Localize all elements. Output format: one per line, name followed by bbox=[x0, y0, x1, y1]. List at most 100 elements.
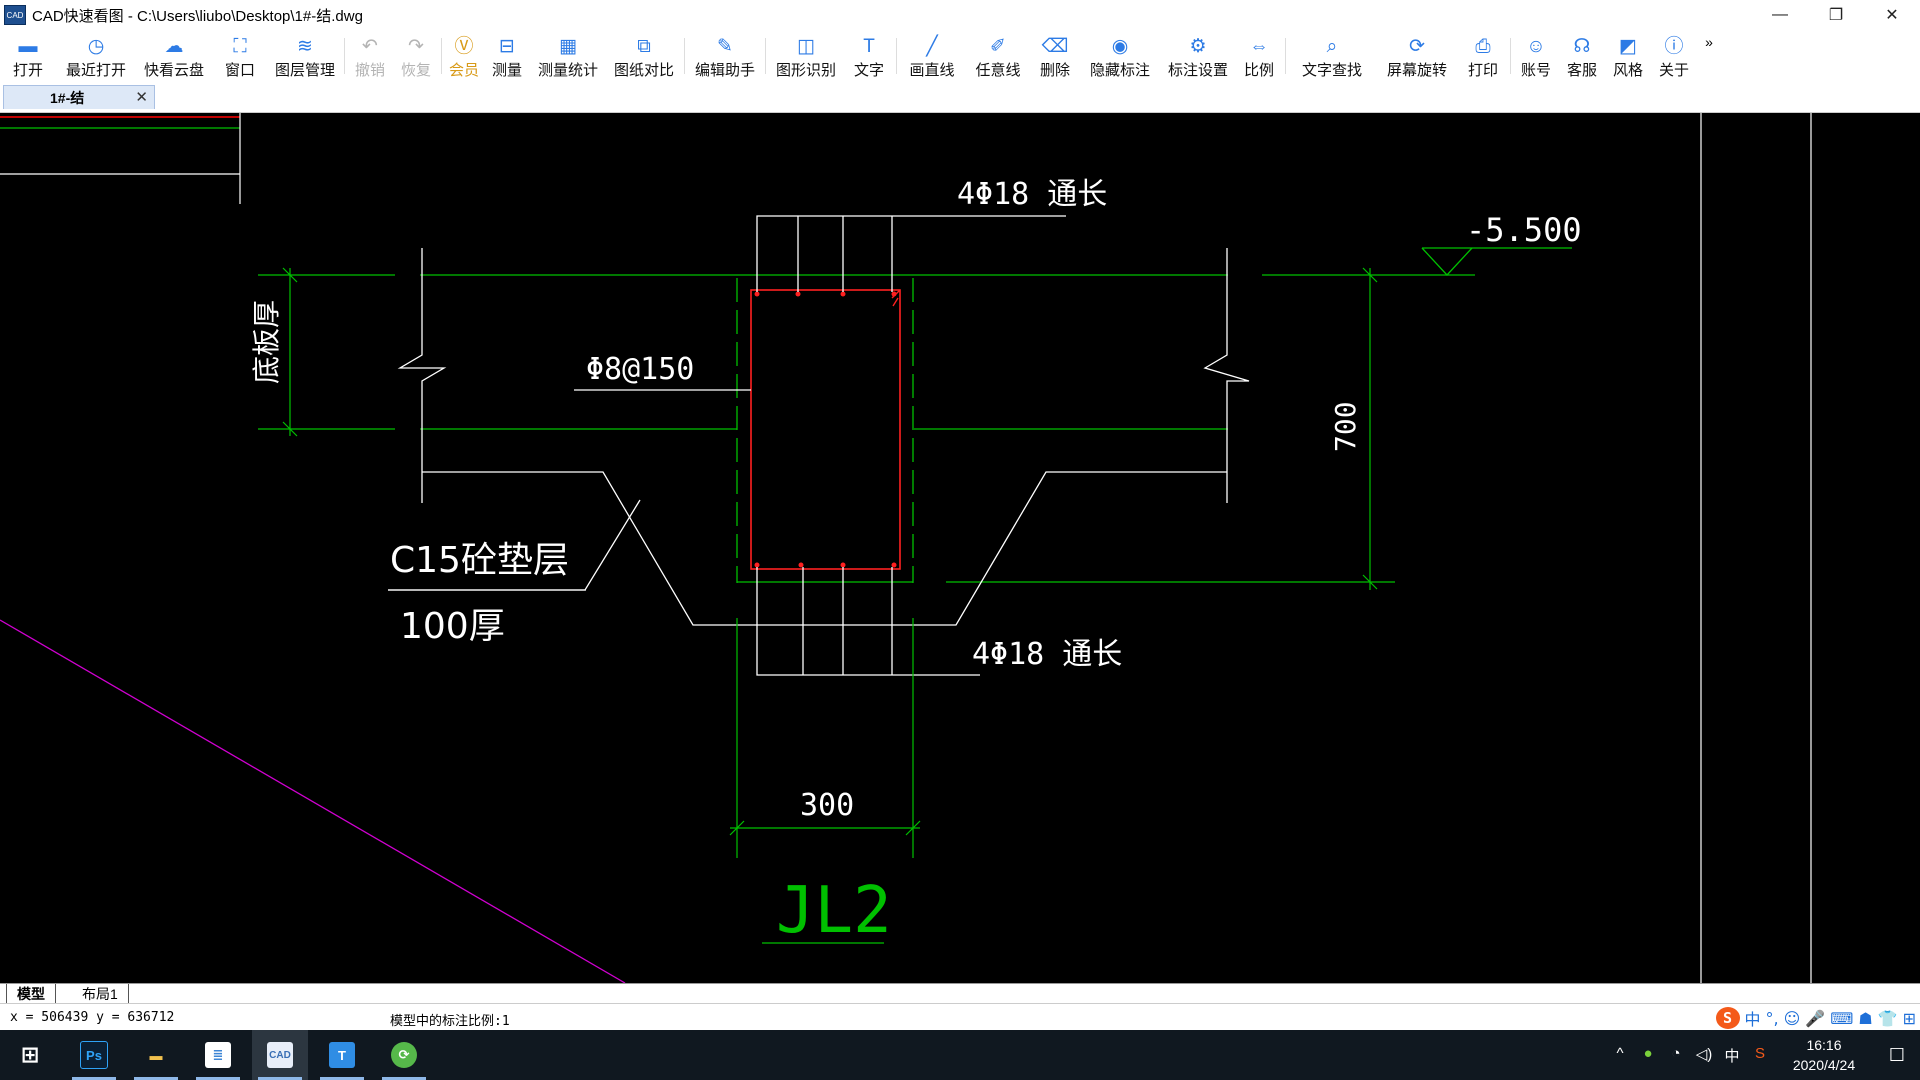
ime-user-icon[interactable]: ☗ bbox=[1858, 1009, 1872, 1028]
taskbar-explorer-button[interactable]: ▬ bbox=[128, 1030, 184, 1080]
toolbar-compare-button[interactable]: ⧉ 图纸对比 bbox=[606, 30, 682, 82]
toolbar-scale-button[interactable]: ⇔ 比例 bbox=[1235, 30, 1283, 82]
volume-icon[interactable]: ◁) bbox=[1690, 1045, 1718, 1066]
toolbar-undo-button[interactable]: ↶ 撤销 bbox=[347, 30, 393, 82]
txt-app-icon: T bbox=[329, 1042, 355, 1068]
toolbar-separator bbox=[684, 38, 685, 74]
restore-button[interactable]: ❐ bbox=[1808, 0, 1864, 30]
cad-drawing: 4Φ18 通长 4Φ18 通长 Φ8@150 -5.500 底板厚 700 C1… bbox=[0, 113, 1812, 983]
close-button[interactable]: ✕ bbox=[1864, 0, 1920, 30]
text-icon: T bbox=[863, 35, 875, 57]
document-tab-bar: 1#-结 ✕ bbox=[0, 82, 1920, 113]
toolbar-open-label: 打开 bbox=[12, 62, 43, 79]
toolbar-separator bbox=[344, 38, 345, 74]
sogou-ime-icon[interactable]: S bbox=[1715, 1007, 1740, 1029]
tab-model[interactable]: 模型 bbox=[6, 984, 56, 1004]
toolbar-separator bbox=[765, 38, 766, 74]
minimize-button[interactable]: — bbox=[1752, 0, 1808, 30]
toolbar-freeline-button[interactable]: ✐ 任意线 bbox=[965, 30, 1031, 82]
printer-icon: ⎙ bbox=[1475, 35, 1491, 57]
toolbar-line-button[interactable]: ╱ 画直线 bbox=[899, 30, 965, 82]
ps-app-icon: Ps bbox=[80, 1041, 108, 1069]
toolbar-about-button[interactable]: ⓘ 关于 bbox=[1651, 30, 1697, 82]
toolbar-find_text-button[interactable]: ⌕ 文字查找 bbox=[1288, 30, 1376, 82]
system-clock[interactable]: 16:16 2020/4/24 bbox=[1774, 1035, 1874, 1075]
clock-icon: ◷ bbox=[87, 35, 105, 57]
height-dim-label: 700 bbox=[1329, 401, 1362, 452]
sogou-tray-icon[interactable]: S bbox=[1746, 1045, 1774, 1066]
tab-document[interactable]: 1#-结 ✕ bbox=[3, 85, 155, 109]
toolbar-hide-button[interactable]: ◉ 隐藏标注 bbox=[1079, 30, 1161, 82]
toolbar-window-button[interactable]: ⛶ 窗口 bbox=[212, 30, 268, 82]
taskbar-notes-button[interactable]: ≣ bbox=[190, 1030, 246, 1080]
vip-icon: Ⓥ bbox=[454, 35, 474, 57]
input-language-icon[interactable]: 中 bbox=[1718, 1045, 1746, 1066]
toolbar-more-button[interactable]: » bbox=[1697, 30, 1721, 82]
tab-close-icon[interactable]: ✕ bbox=[135, 88, 148, 106]
toolbar-rotate-button[interactable]: ⟳ 屏幕旋转 bbox=[1376, 30, 1458, 82]
taskbar-cad-button[interactable]: CAD bbox=[252, 1030, 308, 1080]
ime-emoji-icon[interactable]: ☺ bbox=[1784, 1009, 1801, 1028]
toolbar-cloud-button[interactable]: ☁ 快看云盘 bbox=[136, 30, 212, 82]
width-dim-label: 300 bbox=[800, 788, 854, 823]
toolbar-redo-label: 恢复 bbox=[400, 62, 431, 79]
toolbar-vip-button[interactable]: Ⓥ 会员 bbox=[444, 30, 484, 82]
style-icon: ◩ bbox=[1619, 35, 1637, 57]
toolbar-measure-label: 测量 bbox=[491, 62, 522, 79]
toolbar-vip-label: 会员 bbox=[448, 62, 479, 79]
toolbar-text-button[interactable]: T 文字 bbox=[844, 30, 894, 82]
ime-voice-icon[interactable]: 🎤 bbox=[1805, 1009, 1825, 1028]
toolbar-delete-button[interactable]: ⌫ 删除 bbox=[1031, 30, 1079, 82]
tab-layout1[interactable]: 布局1 bbox=[72, 984, 129, 1003]
toolbar-style-button[interactable]: ◩ 风格 bbox=[1605, 30, 1651, 82]
window-icon: ⛶ bbox=[233, 35, 247, 57]
toolbar-edit-label: 编辑助手 bbox=[694, 62, 755, 79]
taskbar-txt-button[interactable]: T bbox=[314, 1030, 370, 1080]
toolbar-annot_settings-button[interactable]: ⚙ 标注设置 bbox=[1161, 30, 1235, 82]
ime-keyboard-icon[interactable]: ⌨ bbox=[1830, 1009, 1853, 1028]
system-tray: ^ ● ◔ ◁) 中 S 16:16 2020/4/24 ☐ bbox=[1606, 1030, 1920, 1080]
taskbar-start-button[interactable]: ⊞ bbox=[2, 1030, 58, 1080]
ime-skin-icon[interactable]: 👕 bbox=[1878, 1009, 1898, 1028]
taskbar-ps-button[interactable]: Ps bbox=[66, 1030, 122, 1080]
toolbar-separator bbox=[896, 38, 897, 74]
layers-icon: ≋ bbox=[297, 35, 313, 57]
toolbar-measure_stats-label: 测量统计 bbox=[537, 62, 598, 79]
app-tray-icon[interactable]: ● bbox=[1634, 1045, 1662, 1066]
toolbar-layers-button[interactable]: ≋ 图层管理 bbox=[268, 30, 342, 82]
toolbar-scale-label: 比例 bbox=[1243, 62, 1274, 79]
tab-label: 1#-结 bbox=[50, 89, 85, 106]
toolbar-hide-label: 隐藏标注 bbox=[1089, 62, 1150, 79]
sync-app-icon: ⟳ bbox=[391, 1042, 417, 1068]
network-icon[interactable]: ◔ bbox=[1662, 1045, 1690, 1066]
toolbar-recent-button[interactable]: ◷ 最近打开 bbox=[56, 30, 136, 82]
toolbar-separator bbox=[1285, 38, 1286, 74]
toolbar-cloud-label: 快看云盘 bbox=[143, 62, 204, 79]
ime-chinese-mode-icon[interactable]: 中 bbox=[1745, 1006, 1761, 1030]
toolbar-measure_stats-button[interactable]: ▦ 测量统计 bbox=[530, 30, 606, 82]
redo-icon: ↷ bbox=[408, 35, 424, 57]
cushion-label: C15砼垫层 bbox=[390, 540, 569, 581]
toolbar-redo-button[interactable]: ↷ 恢复 bbox=[393, 30, 439, 82]
toolbar-print-button[interactable]: ⎙ 打印 bbox=[1458, 30, 1508, 82]
toolbar-style-label: 风格 bbox=[1612, 62, 1643, 79]
drawing-canvas[interactable]: 4Φ18 通长 4Φ18 通长 Φ8@150 -5.500 底板厚 700 C1… bbox=[0, 113, 1920, 983]
toolbar-service-button[interactable]: ☊ 客服 bbox=[1559, 30, 1605, 82]
show-hidden-icons-icon[interactable]: ^ bbox=[1606, 1045, 1634, 1066]
toolbar-account-button[interactable]: ☺ 账号 bbox=[1513, 30, 1559, 82]
notification-icon[interactable]: ☐ bbox=[1874, 1045, 1920, 1066]
ime-toolbox-icon[interactable]: ⊞ bbox=[1903, 1009, 1916, 1028]
toolbar-recognize-button[interactable]: ◫ 图形识别 bbox=[768, 30, 844, 82]
toolbar-open-button[interactable]: ▬ 打开 bbox=[0, 30, 56, 82]
toolbar-separator bbox=[441, 38, 442, 74]
taskbar-sync-button[interactable]: ⟳ bbox=[376, 1030, 432, 1080]
title-bar: CAD CAD快速看图 - C:\Users\liubo\Desktop\1#-… bbox=[0, 0, 1920, 30]
edit-assistant-icon: ✎ bbox=[717, 35, 733, 57]
toolbar-edit-button[interactable]: ✎ 编辑助手 bbox=[687, 30, 763, 82]
toolbar-measure-button[interactable]: ⊟ 测量 bbox=[484, 30, 530, 82]
ime-punctuation-icon[interactable]: °, bbox=[1766, 1009, 1779, 1028]
toolbar-layers-label: 图层管理 bbox=[274, 62, 335, 79]
toolbar-account-label: 账号 bbox=[1520, 62, 1551, 79]
toolbar-text-label: 文字 bbox=[853, 62, 884, 79]
top-rebar-label: 4Φ18 通长 bbox=[957, 177, 1107, 212]
